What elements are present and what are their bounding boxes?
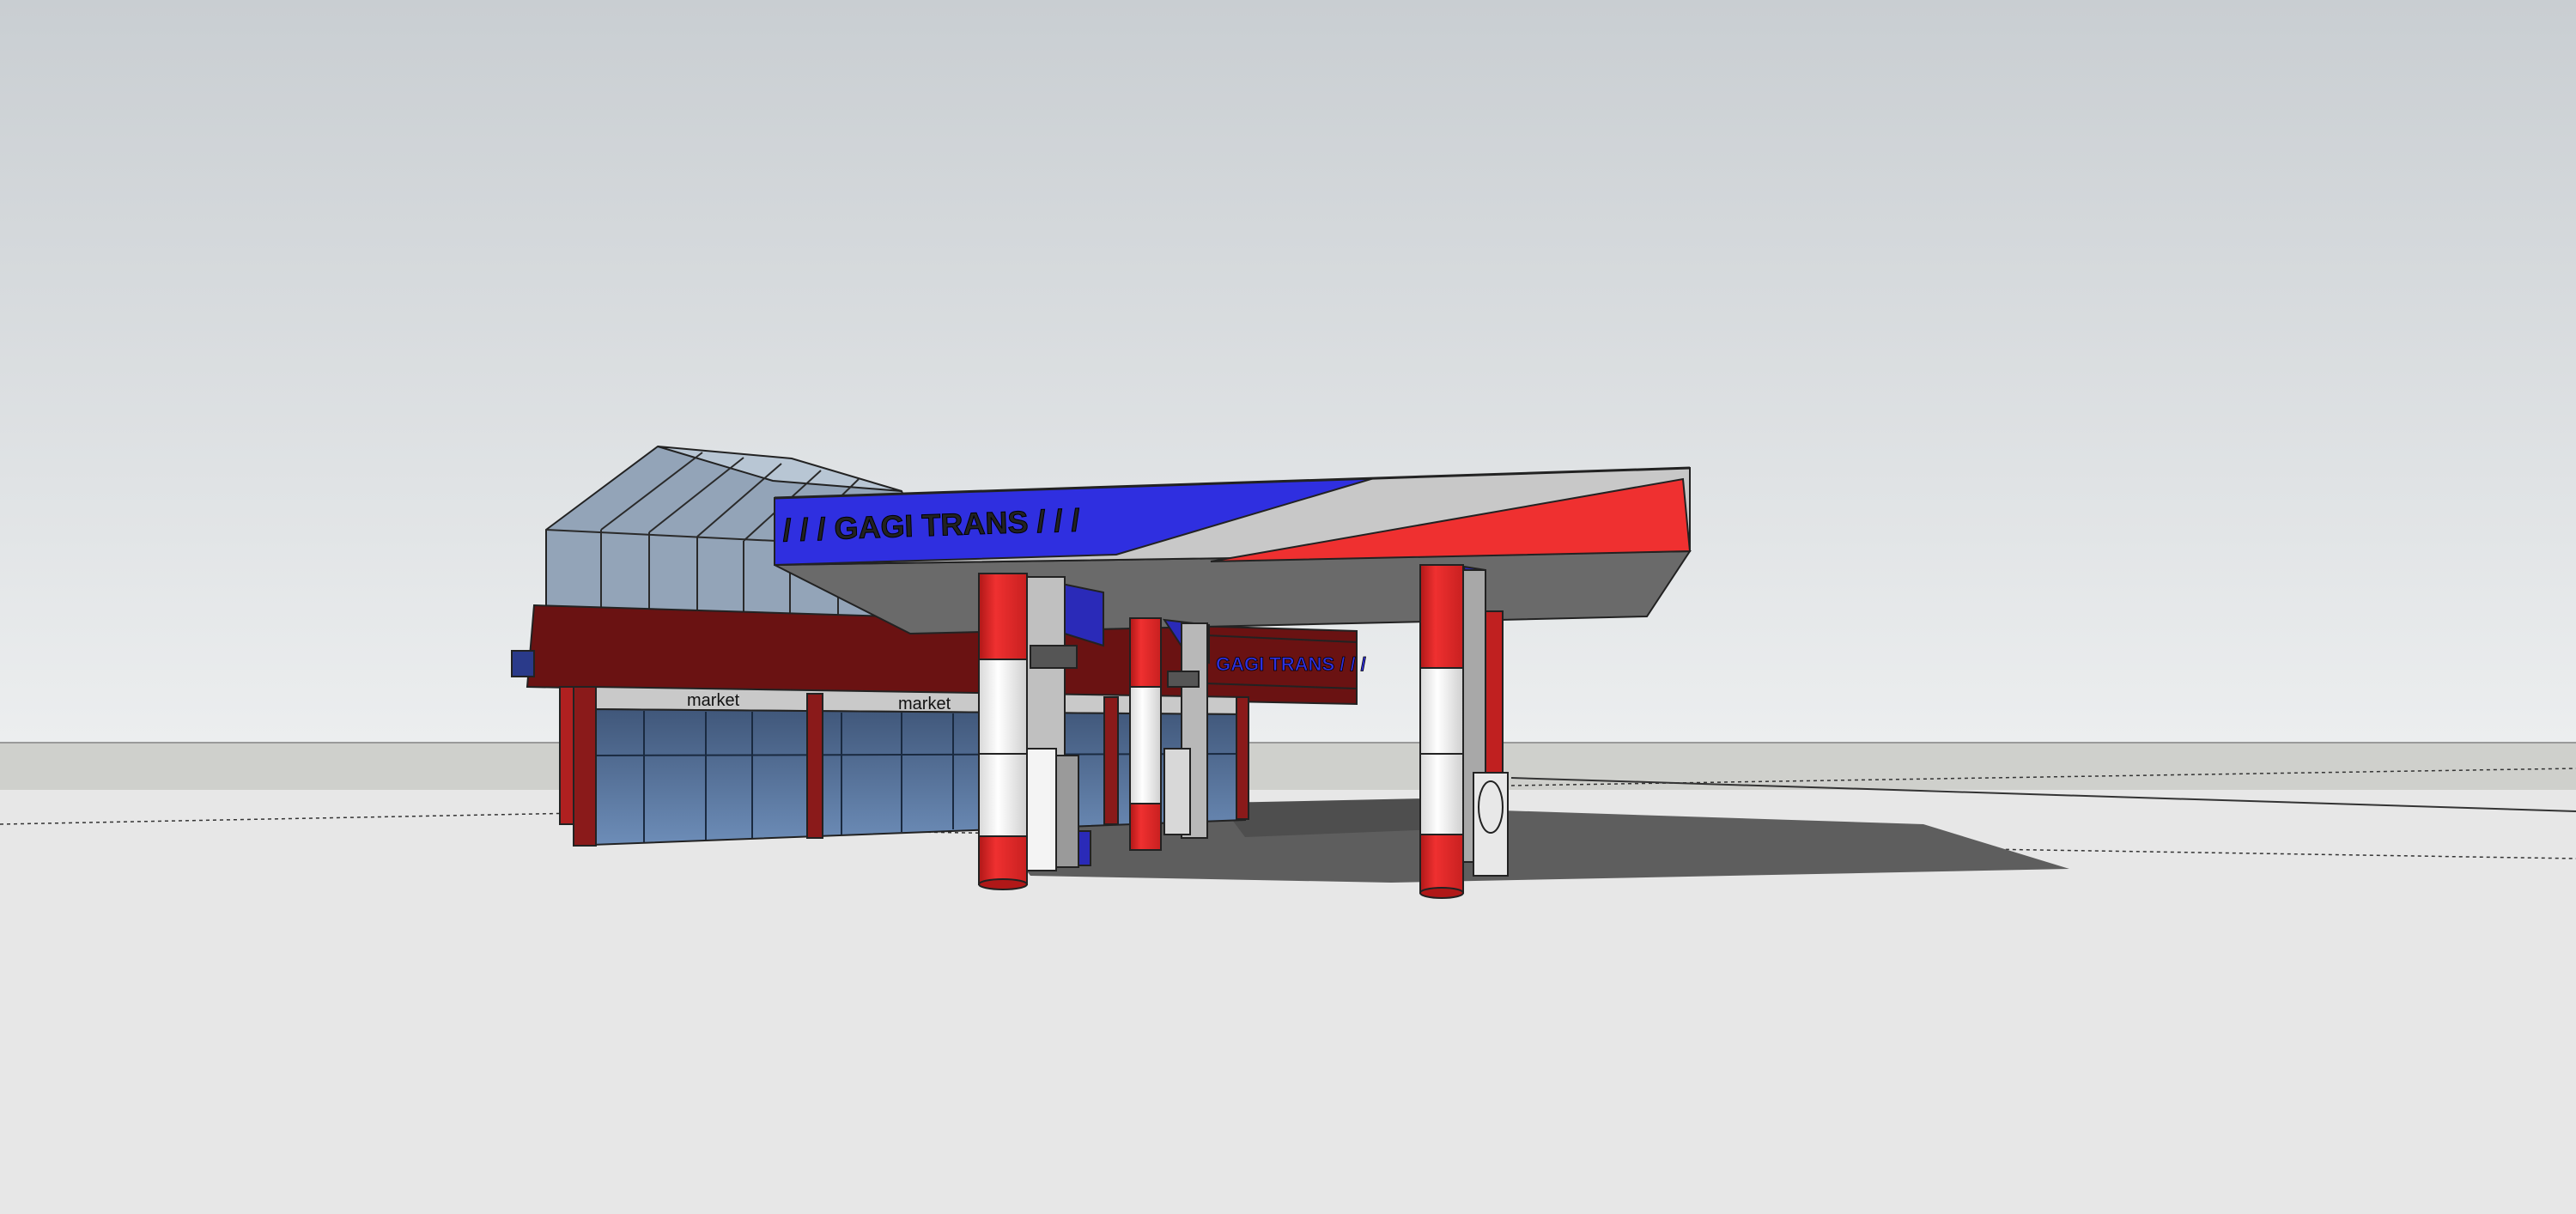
price-sign (1030, 645, 1078, 669)
building-column (1103, 696, 1119, 825)
sketchup-viewport: GAGI TRANS / / / market market / / / GAG… (0, 0, 2576, 1214)
building-column (1236, 696, 1249, 820)
side-sign-text: GAGI TRANS / / / (1216, 653, 1366, 675)
fuel-dispenser (1473, 772, 1509, 877)
fuel-dispenser (1163, 748, 1191, 835)
building-column (573, 686, 597, 847)
building-column (806, 693, 823, 839)
market-label-1: market (687, 691, 740, 710)
fuel-dispenser (1026, 748, 1057, 871)
pump-column-right (1419, 564, 1509, 899)
fuel-canopy: / / / GAGI TRANS / / / (774, 466, 1692, 635)
horizon-band (0, 743, 2576, 790)
blue-corner-panel (511, 650, 535, 677)
building-column (559, 686, 574, 825)
price-sign (1167, 671, 1200, 688)
market-label-2: market (898, 695, 951, 713)
